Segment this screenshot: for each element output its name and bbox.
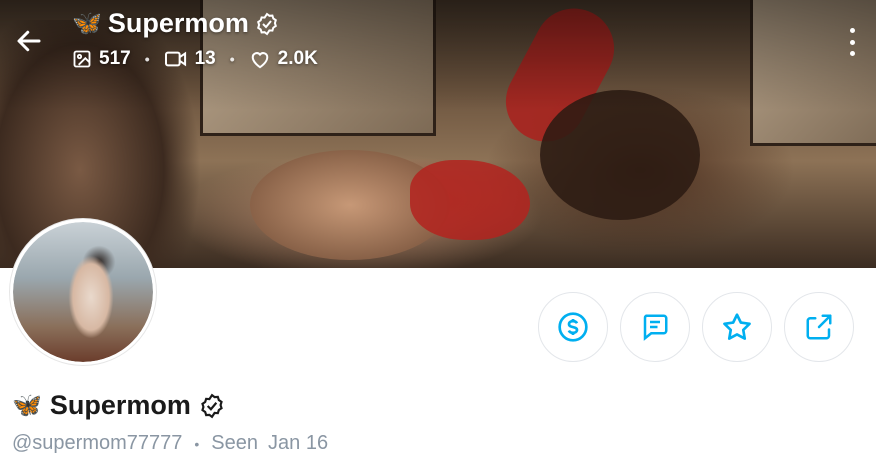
heart-icon [251,52,268,69]
more-vertical-icon [849,28,855,33]
profile-meta: @supermom77777 • Seen Jan 16 [12,432,329,454]
photos-stat: 517 [72,48,131,70]
back-arrow-icon [17,30,41,52]
image-icon [73,50,91,68]
photos-count: 517 [99,48,131,69]
share-button[interactable] [784,292,854,362]
username: @supermom77777 [12,432,183,454]
header-title: 🦋 Supermom [72,8,279,39]
dollar-icon [558,312,588,342]
star-icon [723,313,751,340]
profile-name: Supermom [49,390,191,420]
videos-count: 13 [194,48,216,69]
more-options-button[interactable] [840,28,864,56]
likes-stat: 2.0K [249,48,318,70]
butterfly-emoji: 🦋 [12,392,42,419]
send-tip-button[interactable] [538,292,608,362]
verified-icon [201,393,223,418]
seen-date: Jan 16 [268,432,329,454]
butterfly-emoji: 🦋 [72,10,102,37]
likes-count: 2.0K [277,48,318,69]
header-name: Supermom [107,8,249,38]
favorite-button[interactable] [702,292,772,362]
profile-name-row: 🦋 Supermom [12,390,225,421]
avatar[interactable] [10,219,156,365]
message-button[interactable] [620,292,690,362]
seen-label: Seen [211,432,259,454]
back-button[interactable] [12,24,46,58]
profile-stats: 517 • 13 • 2.0K [72,48,318,70]
video-icon [164,51,186,67]
profile-actions [538,292,854,362]
share-icon [806,314,832,340]
message-icon [643,314,668,341]
verified-icon [256,12,277,35]
top-bar: 🦋 Supermom 517 • 13 • 2.0K [0,0,876,90]
videos-stat: 13 [164,48,216,70]
